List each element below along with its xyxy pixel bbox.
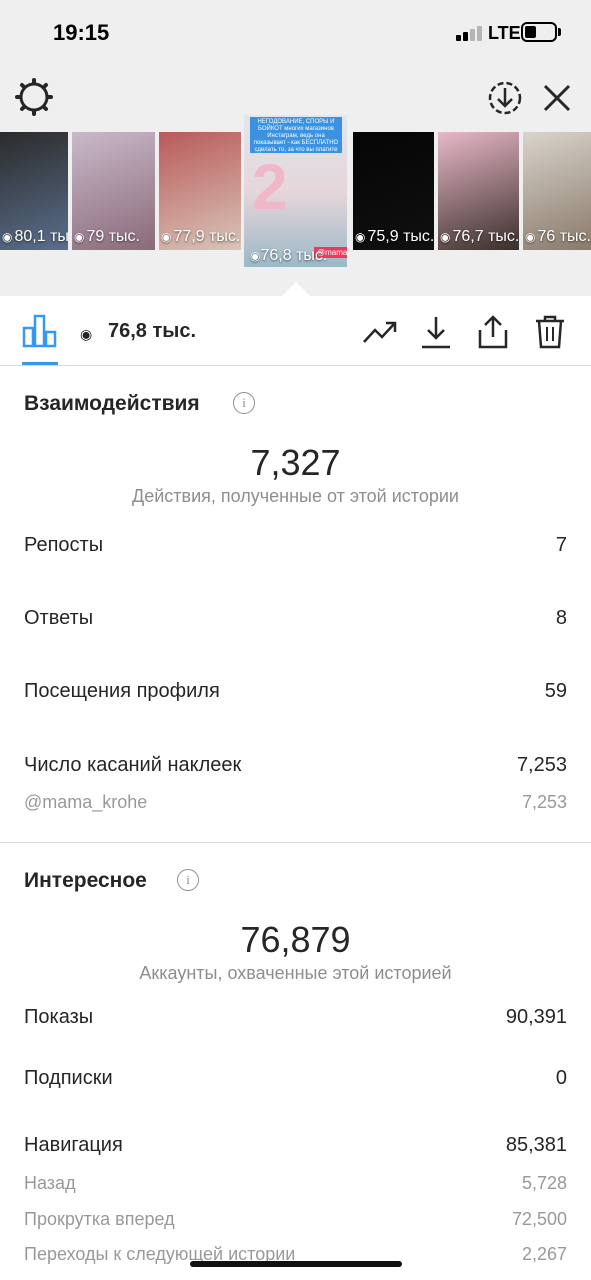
story-thumbnail[interactable]: ◉ 75,9 тыс. [353, 132, 434, 250]
row-label: Репосты [24, 534, 104, 556]
discovery-subtitle: Аккаунты, охваченные этой историей [139, 963, 452, 983]
row-value: 8 [555, 607, 567, 629]
story-thumbnail[interactable]: ◉ 76 тыс. [523, 132, 591, 250]
row-value: 7,253 [516, 754, 567, 776]
battery-icon [521, 22, 557, 42]
story-thumbnail[interactable]: ◉ 76,7 тыс. [438, 132, 519, 250]
sub-row-value: 72,500 [511, 1209, 567, 1229]
story-digit: 2 [252, 151, 288, 223]
interactions-subtitle: Действия, полученные от этой истории [132, 486, 459, 506]
row-value: 7 [555, 534, 567, 556]
row-value: 90,391 [505, 1006, 567, 1028]
row-value: 59 [544, 680, 567, 702]
trending-icon[interactable] [362, 314, 398, 350]
story-views: ◉ 76,7 тыс. [440, 228, 519, 245]
row-label: Посещения профиля [24, 680, 220, 702]
story-caption: НЕГОДОВАНИЕ, СПОРЫ И БОЙКОТ многих магаз… [250, 117, 342, 153]
sub-row-value: 5,728 [521, 1173, 567, 1193]
download-icon[interactable] [418, 314, 454, 350]
row-label: Ответы [24, 607, 94, 629]
row-value: 0 [555, 1067, 567, 1089]
share-icon[interactable] [475, 314, 511, 350]
story-thumbnail[interactable]: ◉ 77,9 тыс. [159, 132, 241, 250]
bar-chart-icon[interactable] [22, 314, 58, 348]
close-icon[interactable] [537, 78, 577, 118]
info-icon[interactable]: i [177, 869, 199, 891]
row-label: Число касаний наклеек [24, 754, 242, 776]
status-bar: 19:15 LTE [0, 0, 591, 66]
gear-icon[interactable] [14, 77, 54, 117]
active-tab-indicator [22, 362, 58, 365]
story-views: ◉ 75,9 тыс. [355, 228, 434, 245]
row-label: Показы [24, 1006, 94, 1028]
row-value: 85,381 [505, 1134, 567, 1156]
interactions-title: Взаимодействия [24, 392, 200, 415]
discovery-title: Интересное [24, 869, 147, 892]
interactions-total: 7,327 [250, 442, 341, 483]
sub-row-value: 2,267 [521, 1244, 567, 1264]
story-views: ◉ 79 тыс. [74, 228, 140, 245]
sub-row-label: Прокрутка вперед [24, 1209, 175, 1229]
story-thumbnail-selected[interactable]: НЕГОДОВАНИЕ, СПОРЫ И БОЙКОТ многих магаз… [244, 115, 347, 267]
home-indicator[interactable] [190, 1261, 402, 1267]
story-views: ◉ 77,9 тыс. [161, 228, 241, 245]
row-label: Навигация [24, 1134, 123, 1156]
insights-toolbar: ◉ 76,8 тыс. [0, 296, 591, 366]
toolbar-views: 76,8 тыс. [108, 320, 197, 342]
signal-icon [456, 25, 484, 41]
row-label: Подписки [24, 1067, 113, 1089]
trash-icon[interactable] [532, 314, 568, 350]
discovery-total: 76,879 [240, 919, 351, 960]
sticker-account-link[interactable]: @mama_krohe [24, 792, 147, 813]
story-thumbnail[interactable]: ◉80,1 тыс. [0, 132, 68, 250]
info-icon[interactable]: i [233, 392, 255, 414]
story-thumbnail[interactable]: ◉ 79 тыс. [72, 132, 155, 250]
eye-icon: ◉ [80, 326, 93, 342]
story-views: ◉76,8 тыс. [250, 247, 328, 264]
network-label: LTE [488, 23, 521, 43]
row-value: 7,253 [521, 792, 567, 812]
selection-caret [282, 282, 310, 296]
sub-row-label: Назад [24, 1173, 76, 1193]
story-views: ◉80,1 тыс. [2, 228, 68, 245]
story-views: ◉ 76 тыс. [525, 228, 591, 245]
download-circle-icon[interactable] [485, 78, 525, 118]
status-time: 19:15 [53, 20, 110, 45]
section-divider [0, 842, 591, 843]
battery-tip [558, 28, 561, 36]
